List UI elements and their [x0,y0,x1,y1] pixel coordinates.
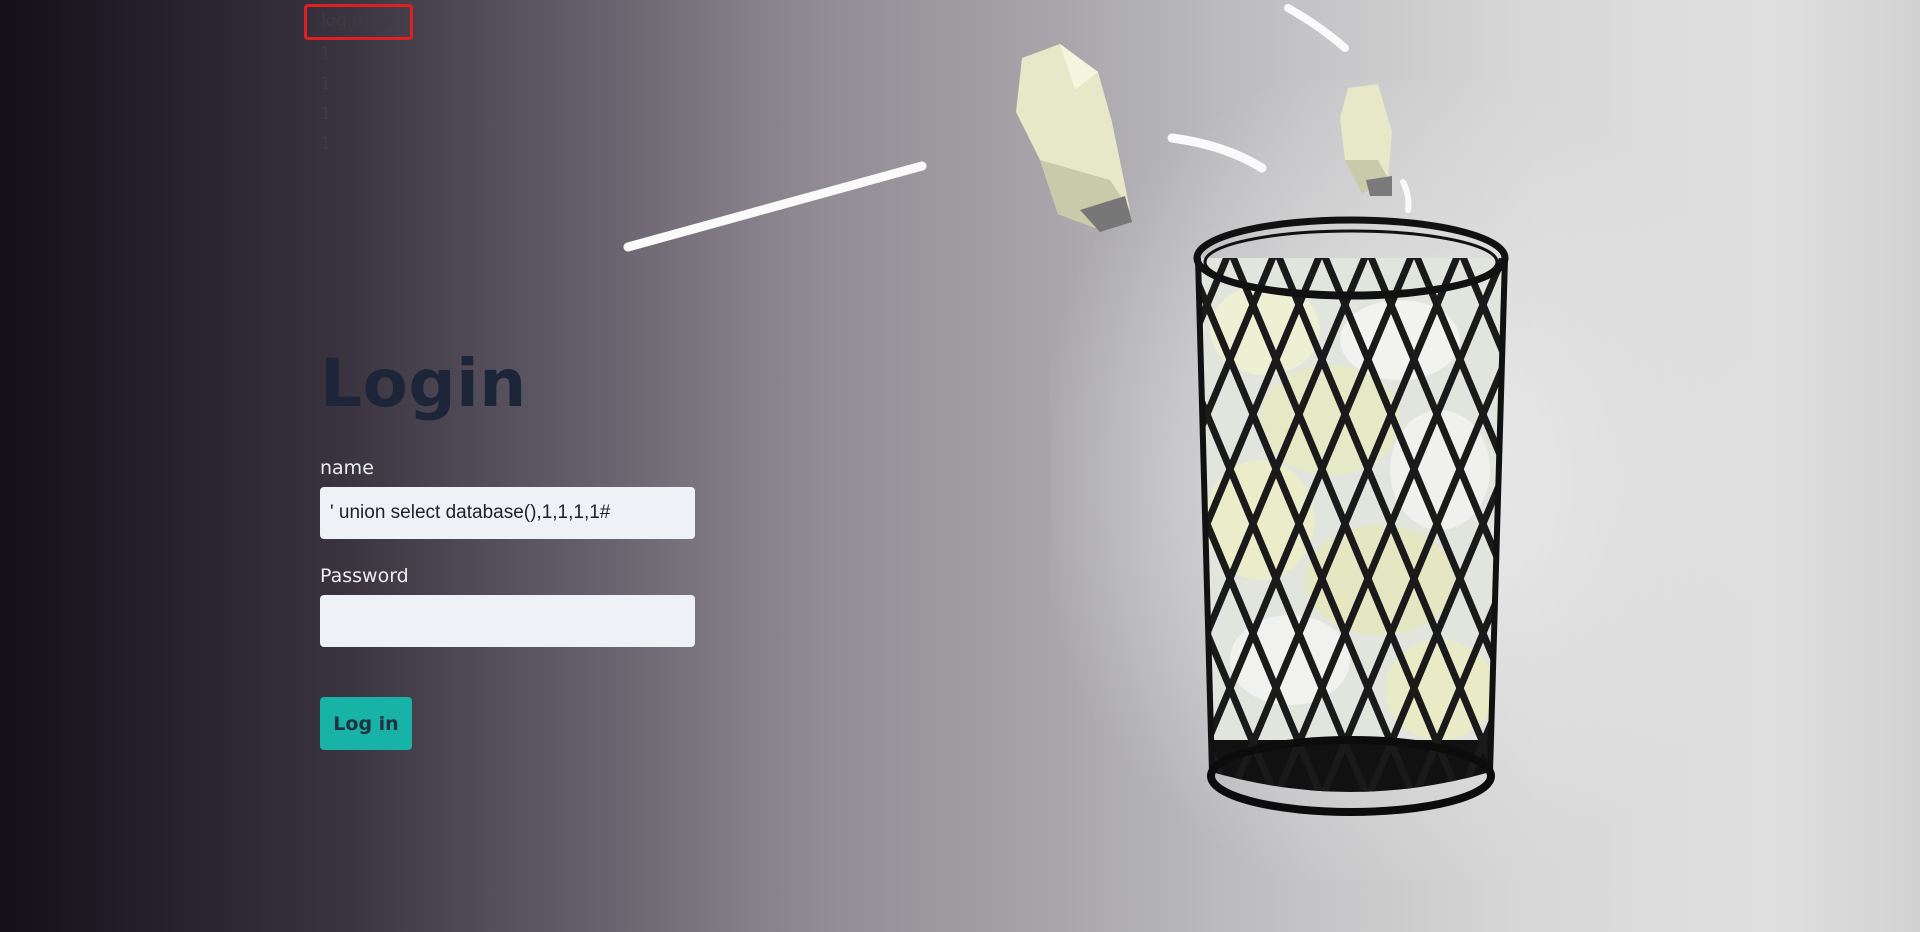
motion-streak [1400,179,1412,213]
motion-streak [1284,4,1349,52]
motion-streak [1167,133,1267,173]
crumpled-paper-ball [1016,44,1132,232]
page-title: Login [320,345,527,422]
motion-streak [623,161,927,252]
wastebasket-illustration [623,4,1509,816]
name-input[interactable] [320,487,695,539]
password-input[interactable] [320,595,695,647]
password-label: Password [320,565,409,587]
name-label: name [320,457,374,479]
crumpled-paper-ball [1340,84,1392,196]
login-button[interactable]: Log in [320,697,412,750]
